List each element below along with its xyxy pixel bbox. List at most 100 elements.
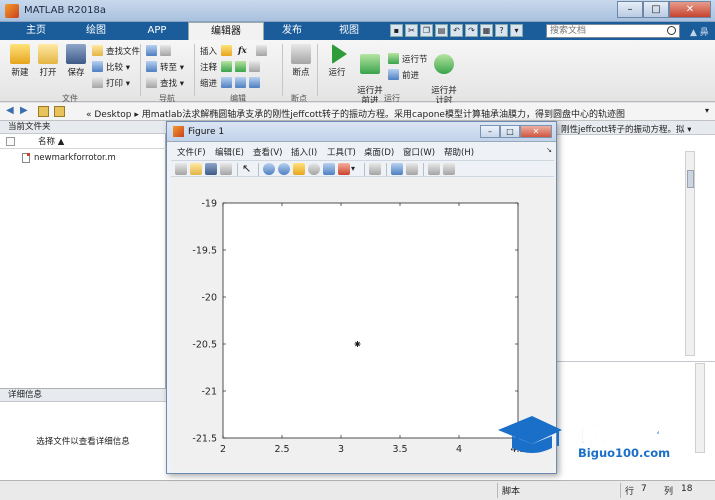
quick-access-toolbar: ▪ ✂ ❐ ▤ ↶ ↷ ▦ ? ▾ [390, 24, 523, 37]
scrollbar-thumb[interactable] [687, 170, 694, 188]
figure-toolbar: ↖ ▾ [171, 160, 554, 177]
zoom-out-icon[interactable] [278, 163, 290, 175]
menu-file[interactable]: 文件(F) [177, 146, 206, 158]
status-divider [497, 483, 498, 498]
editor-tab[interactable]: 刚性jeffcott转子的振动方程。拟 ▾ [561, 123, 691, 135]
figure-minimize-button[interactable]: – [480, 125, 500, 138]
new-plus-icon [10, 44, 30, 64]
goto-button[interactable]: 转至 ▾ [146, 60, 184, 73]
current-folder-header: 当前文件夹 [0, 121, 166, 134]
redo-icon[interactable]: ↷ [465, 24, 478, 37]
compare-button[interactable]: 比较 ▾ [92, 60, 130, 73]
pan-hand-icon[interactable] [293, 163, 305, 175]
tab-apps[interactable]: APP [128, 22, 186, 40]
zoom-in-icon[interactable] [263, 163, 275, 175]
breakpoints-button[interactable]: 断点 [286, 42, 316, 78]
back-arrow-icon[interactable]: ◀ [6, 105, 14, 116]
x-tick-label: 3 [338, 444, 344, 455]
switch-windows-icon[interactable]: ▦ [480, 24, 493, 37]
up-folder-icon[interactable] [38, 106, 49, 117]
dock-arrow-icon[interactable]: ↘ [546, 146, 552, 154]
name-column-header[interactable]: 名称 ▲ [0, 135, 166, 149]
save-button[interactable]: 保存 [62, 42, 90, 78]
details-header: 详细信息 [0, 389, 166, 402]
file-name: newmarkforrotor.m [34, 153, 116, 163]
copy-icon[interactable]: ❐ [420, 24, 433, 37]
current-folder-panel: 当前文件夹 名称 ▲ newmarkforrotor.m [0, 121, 166, 388]
figure-title-bar[interactable]: Figure 1 – □ ✕ [167, 122, 556, 142]
close-button[interactable]: ✕ [669, 1, 711, 18]
print-figure-icon[interactable] [220, 163, 232, 175]
maximize-button[interactable]: □ [643, 1, 669, 18]
indent-button[interactable]: 缩进 [200, 76, 263, 89]
comment-button[interactable]: 注释 [200, 60, 263, 73]
find-button[interactable]: 查找 ▾ [146, 76, 184, 89]
legend-icon[interactable] [406, 163, 418, 175]
forward-arrow-icon[interactable]: ▶ [20, 105, 28, 116]
search-icon[interactable] [667, 26, 676, 35]
tab-publish[interactable]: 发布 [266, 22, 318, 40]
advance-button[interactable]: 前进 [388, 68, 419, 81]
chevron-down-icon[interactable]: ▾ [705, 106, 709, 115]
minimize-button[interactable]: – [617, 1, 643, 18]
search-input[interactable] [547, 25, 662, 37]
magnifier-icon [146, 77, 157, 88]
cut-icon[interactable]: ✂ [405, 24, 418, 37]
menu-window[interactable]: 窗口(W) [403, 146, 435, 158]
paste-icon[interactable]: ▤ [435, 24, 448, 37]
open-button[interactable]: 打开 [34, 42, 62, 78]
column-checkbox[interactable] [6, 137, 15, 146]
colorbar-icon[interactable] [391, 163, 403, 175]
open-file-icon[interactable] [190, 163, 202, 175]
tab-home[interactable]: 主页 [8, 22, 64, 40]
menu-edit[interactable]: 编辑(E) [215, 146, 244, 158]
run-button[interactable]: 运行 [322, 42, 352, 78]
details-panel: 详细信息 选择文件以查看详细信息 [0, 388, 166, 480]
rotate-3d-icon[interactable] [308, 163, 320, 175]
graduation-cap-icon [498, 416, 562, 453]
y-tick-label: -21 [201, 387, 217, 398]
brush-dropdown-icon[interactable]: ▾ [351, 163, 363, 175]
panel-splitter[interactable] [556, 361, 715, 362]
increase-indent-icon [235, 77, 247, 88]
expand-icon[interactable]: ▾ [510, 24, 523, 37]
tab-view[interactable]: 视图 [320, 22, 378, 40]
figure-maximize-button[interactable]: □ [500, 125, 520, 138]
find-files-button[interactable]: 查找文件 [92, 44, 140, 57]
menu-tools[interactable]: 工具(T) [327, 146, 356, 158]
file-row[interactable]: newmarkforrotor.m [0, 151, 166, 165]
hide-plot-tools-icon[interactable] [428, 163, 440, 175]
toolbar-divider [237, 163, 238, 176]
help-icon[interactable]: ? [495, 24, 508, 37]
figure-close-button[interactable]: ✕ [520, 125, 552, 138]
print-button[interactable]: 打印 ▾ [92, 76, 130, 89]
toolbar-divider [258, 163, 259, 176]
matlab-logo-icon [5, 4, 19, 18]
editor-scrollbar[interactable] [685, 151, 695, 356]
menu-desktop[interactable]: 桌面(D) [364, 146, 394, 158]
tab-plots[interactable]: 绘图 [66, 22, 126, 40]
link-plot-icon[interactable] [369, 163, 381, 175]
save-icon[interactable]: ▪ [390, 24, 403, 37]
save-figure-icon[interactable] [205, 163, 217, 175]
printer-icon [92, 77, 103, 88]
fx-button[interactable]: fx [238, 44, 247, 57]
data-cursor-icon[interactable] [323, 163, 335, 175]
browse-folder-icon[interactable] [54, 106, 65, 117]
menu-view[interactable]: 查看(V) [253, 146, 282, 158]
current-path[interactable]: « Desktop ▸ 用matlab法求解椭圆轴承支承的刚性jeffcott转… [86, 107, 676, 120]
pointer-arrow-icon[interactable]: ↖ [242, 163, 254, 175]
file-type-status: 脚本 [502, 487, 521, 497]
insert-function-dropdown[interactable] [256, 44, 270, 57]
new-button[interactable]: 新建 [6, 42, 34, 78]
back-forward-buttons[interactable] [146, 44, 174, 57]
show-plot-tools-icon[interactable] [443, 163, 455, 175]
menu-help[interactable]: 帮助(H) [444, 146, 474, 158]
menu-insert[interactable]: 插入(I) [291, 146, 317, 158]
undo-icon[interactable]: ↶ [450, 24, 463, 37]
insert-button[interactable]: 插入 [200, 44, 235, 57]
tab-editor[interactable]: 编辑器 [188, 22, 264, 40]
run-section-button[interactable]: 运行节 [388, 52, 428, 65]
new-figure-icon[interactable] [175, 163, 187, 175]
brush-icon[interactable] [338, 163, 350, 175]
